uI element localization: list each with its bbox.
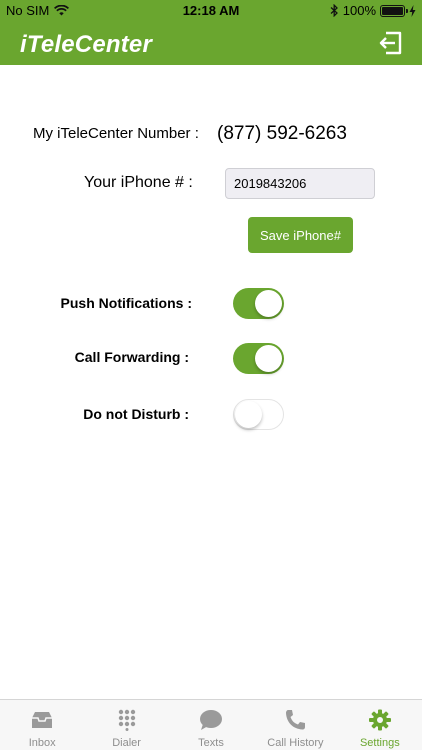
phone-input[interactable] — [225, 168, 375, 199]
bluetooth-icon — [330, 4, 338, 17]
battery-percent: 100% — [342, 3, 376, 18]
status-right: 100% — [330, 3, 416, 18]
phone-label: Your iPhone # : — [84, 174, 193, 191]
phone-icon — [286, 710, 306, 730]
tab-label: Call History — [267, 737, 324, 749]
charging-icon — [409, 4, 416, 17]
tab-label: Texts — [198, 737, 224, 749]
tab-inbox[interactable]: Inbox — [0, 700, 84, 750]
battery-icon — [380, 4, 408, 17]
do-not-disturb-label: Do not Disturb : — [83, 406, 189, 422]
app-header: iTeleCenter — [0, 22, 422, 65]
tab-label: Settings — [359, 737, 400, 749]
tab-label: Dialer — [112, 737, 141, 749]
toggle-knob — [255, 290, 282, 317]
do-not-disturb-toggle[interactable] — [233, 399, 284, 430]
tab-texts[interactable]: Texts — [169, 700, 253, 750]
toggle-knob — [255, 345, 282, 372]
chat-bubble-icon — [200, 710, 223, 730]
push-notifications-label: Push Notifications : — [60, 295, 192, 311]
app-logo: iTeleCenter — [20, 31, 153, 58]
tab-label: Inbox — [28, 737, 56, 749]
number-label: My iTeleCenter Number : — [33, 125, 199, 142]
tab-call-history[interactable]: Call History — [253, 700, 337, 750]
call-forwarding-label: Call Forwarding : — [74, 349, 189, 365]
push-notifications-toggle[interactable] — [233, 288, 284, 319]
call-forwarding-toggle[interactable] — [233, 343, 284, 374]
tab-dialer[interactable]: Dialer — [84, 700, 168, 750]
tab-settings[interactable]: Settings — [338, 700, 422, 750]
gear-icon — [368, 709, 391, 731]
inbox-icon — [32, 712, 53, 728]
dialpad-icon — [118, 709, 135, 731]
status-bar: No SIM 12:18 AM 100% — [0, 0, 422, 22]
logout-icon — [379, 31, 402, 55]
logout-button[interactable] — [376, 30, 404, 56]
number-value: (877) 592-6263 — [217, 123, 347, 144]
tab-bar: Inbox Dialer Texts Call History Settings — [0, 699, 422, 750]
toggle-knob — [235, 401, 262, 428]
save-iphone-button[interactable]: Save iPhone# — [248, 217, 353, 253]
